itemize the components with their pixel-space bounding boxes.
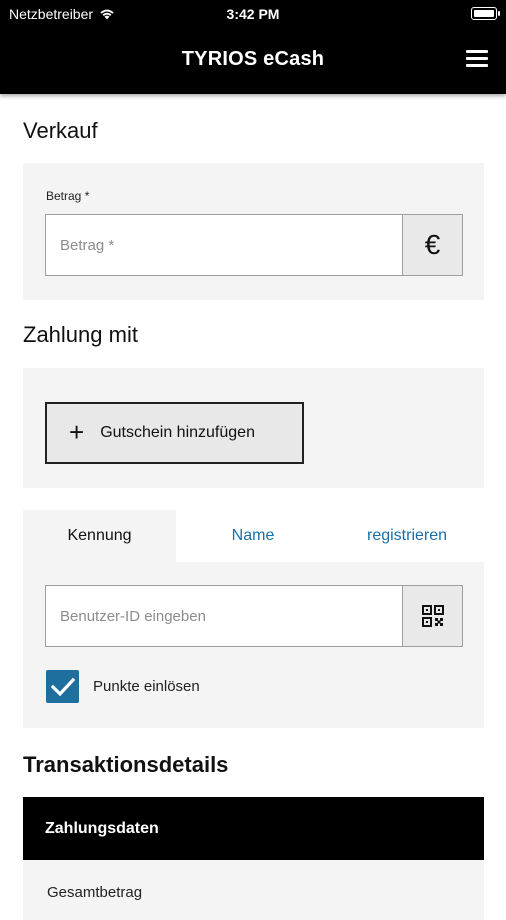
- redeem-points-label: Punkte einlösen: [93, 678, 200, 695]
- qr-code-scan-button[interactable]: [402, 586, 462, 646]
- amount-label: Betrag *: [46, 189, 90, 203]
- tab-name[interactable]: Name: [176, 510, 330, 562]
- app-header: TYRIOS eCash: [0, 28, 506, 94]
- user-id-field-group: [45, 585, 463, 647]
- identification-tabs: Kennung Name registrieren: [23, 510, 484, 562]
- add-voucher-button[interactable]: + Gutschein hinzufügen: [45, 402, 304, 464]
- user-id-input[interactable]: [46, 586, 402, 646]
- table-row: Gesamtbetrag: [23, 860, 484, 920]
- amount-input[interactable]: [46, 215, 402, 275]
- redeem-points-checkbox[interactable]: [46, 670, 79, 703]
- amount-panel: Betrag * €: [23, 163, 484, 300]
- checkmark-icon: [50, 677, 75, 696]
- section-heading-verkauf: Verkauf: [23, 118, 98, 143]
- total-amount-label: Gesamtbetrag: [47, 884, 143, 901]
- clock: 3:42 PM: [226, 6, 280, 22]
- tab-registrieren[interactable]: registrieren: [330, 510, 484, 562]
- battery-icon: [471, 7, 500, 20]
- payment-panel: + Gutschein hinzufügen: [23, 368, 484, 488]
- section-heading-zahlung: Zahlung mit: [23, 322, 138, 347]
- status-bar: Netzbetreiber 3:42 PM: [0, 0, 506, 28]
- app-title: TYRIOS eCash: [181, 48, 325, 70]
- qr-code-icon: [421, 605, 444, 627]
- tab-kennung[interactable]: Kennung: [23, 510, 176, 562]
- plus-icon: +: [69, 416, 85, 447]
- payment-data-header: Zahlungsdaten: [23, 797, 484, 860]
- add-voucher-label: Gutschein hinzufügen: [100, 424, 255, 441]
- hamburger-menu-icon[interactable]: [466, 50, 488, 68]
- identity-panel: Punkte einlösen: [23, 562, 484, 728]
- euro-icon[interactable]: €: [402, 215, 462, 275]
- section-heading-transaktion: Transaktionsdetails: [23, 752, 229, 777]
- amount-field-group: €: [45, 214, 463, 276]
